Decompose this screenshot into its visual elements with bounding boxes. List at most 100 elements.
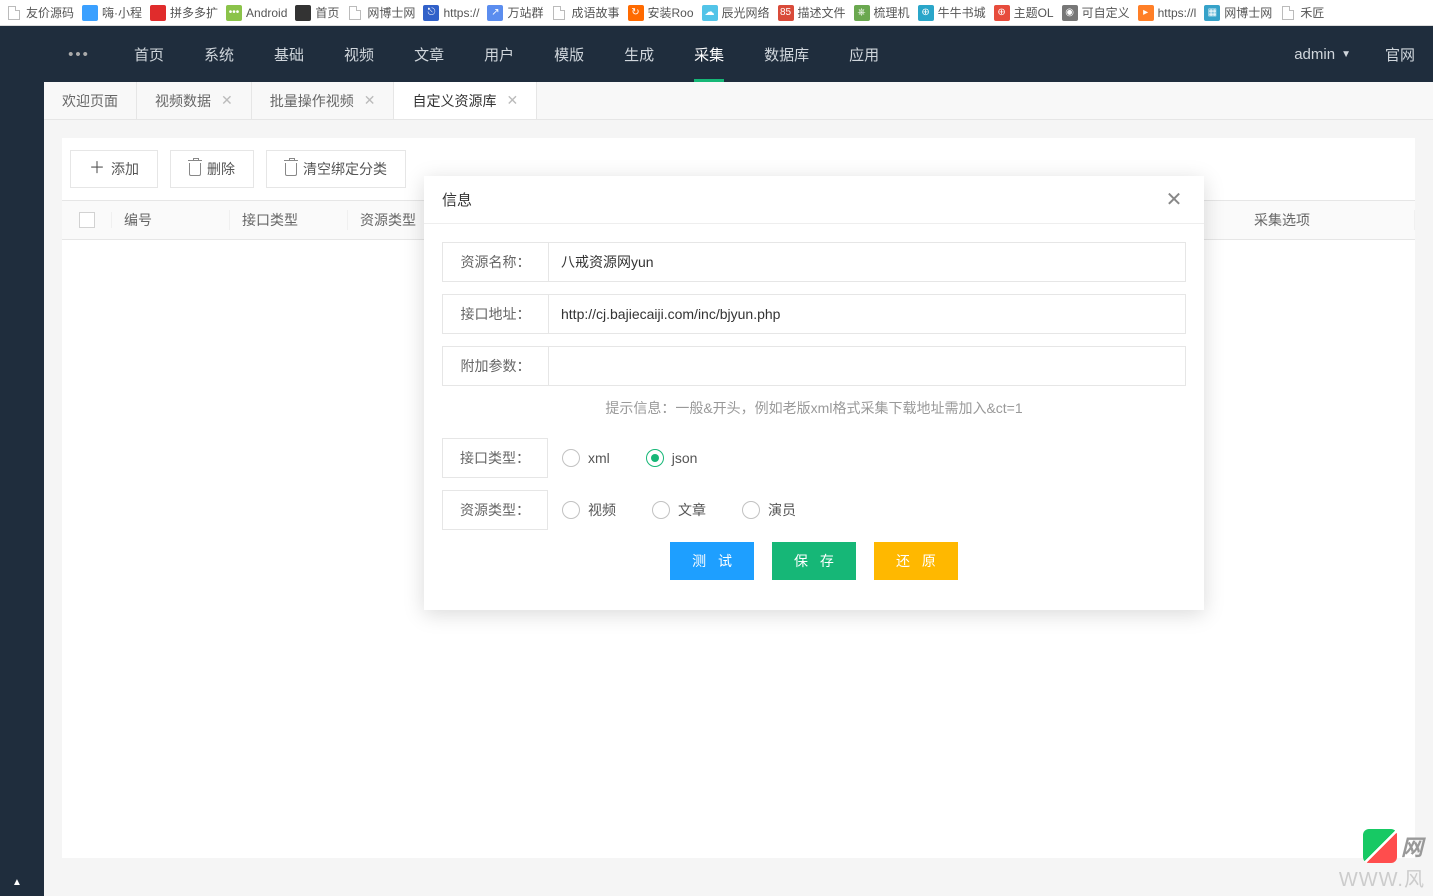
nav-用户[interactable]: 用户 — [464, 26, 534, 82]
close-icon[interactable]: ✕ — [506, 92, 518, 109]
api-url-label: 接口地址： — [442, 294, 548, 334]
bookmark-item[interactable]: ▸https://l — [1138, 5, 1197, 21]
favicon-icon: ⎈ — [854, 5, 870, 21]
modal-title: 信息 — [442, 189, 472, 210]
tab-视频数据[interactable]: 视频数据 ✕ — [137, 82, 252, 119]
bookmark-label: 辰光网络 — [722, 4, 770, 21]
info-modal: 信息 ✕ 资源名称： 接口地址： 附加参数： 提示信息：一般&开头，例如老版xm… — [424, 176, 1204, 610]
reset-button[interactable]: 还 原 — [874, 542, 958, 580]
radio-icon — [652, 501, 670, 519]
bookmark-item[interactable]: 友价源码 — [6, 4, 74, 21]
tab-批量操作视频[interactable]: 批量操作视频✕ — [252, 82, 395, 119]
bookmark-label: Android — [246, 6, 287, 20]
close-icon[interactable]: ✕ — [364, 92, 376, 109]
nav-系统[interactable]: 系统 — [184, 26, 254, 82]
left-sidebar-collapsed: ▲ — [0, 26, 44, 896]
radio-icon — [742, 501, 760, 519]
close-icon[interactable]: ✕ — [1162, 187, 1186, 212]
favicon-icon: ••• — [226, 5, 242, 21]
bookmark-label: 可自定义 — [1082, 4, 1130, 21]
tab-label: 自定义资源库 — [412, 91, 496, 111]
nav-生成[interactable]: 生成 — [604, 26, 674, 82]
radio-label: 文章 — [678, 500, 706, 520]
tab-自定义资源库[interactable]: 自定义资源库 ✕ — [394, 82, 537, 119]
bookmark-item[interactable]: 禾匠 — [1280, 4, 1324, 21]
bookmark-item[interactable]: ↗万站群 — [487, 4, 543, 21]
nav-采集[interactable]: 采集 — [674, 26, 744, 82]
bookmark-item[interactable]: ◉可自定义 — [1062, 4, 1130, 21]
bookmark-label: https:// — [443, 6, 479, 20]
bookmark-label: https://l — [1158, 6, 1197, 20]
favicon-icon: ⎋ — [423, 5, 439, 21]
test-button[interactable]: 测 试 — [670, 542, 754, 580]
radio-icon — [562, 449, 580, 467]
official-site-link[interactable]: 官网 — [1367, 44, 1433, 65]
bookmark-item[interactable]: ☁辰光网络 — [702, 4, 770, 21]
nav-基础[interactable]: 基础 — [254, 26, 324, 82]
tab-欢迎页面[interactable]: 欢迎页面 — [44, 82, 137, 119]
bookmark-item[interactable]: 85描述文件 — [778, 4, 846, 21]
bookmark-item[interactable]: 成语故事 — [551, 4, 619, 21]
tab-label: 欢迎页面 — [62, 91, 118, 111]
bookmark-item[interactable]: 拼多多扩 — [150, 4, 218, 21]
favicon-icon — [82, 5, 98, 21]
resource-name-label: 资源名称： — [442, 242, 548, 282]
clear-bindings-button[interactable]: 清空绑定分类 — [266, 150, 406, 188]
bookmark-item[interactable]: ↻安装Roo — [628, 4, 694, 21]
favicon-icon — [6, 5, 22, 21]
bookmark-item[interactable]: 嗨·小程 — [82, 4, 142, 21]
resource-name-input[interactable] — [548, 242, 1186, 282]
bookmark-item[interactable]: ⊕主题OL — [994, 4, 1054, 21]
top-navigation: ••• 首页系统基础视频文章用户模版生成采集数据库应用 admin ▼ 官网 — [44, 26, 1433, 82]
bookmark-label: 网博士网 — [1224, 4, 1272, 21]
favicon-icon: ▦ — [1204, 5, 1220, 21]
favicon-icon: ↻ — [628, 5, 644, 21]
save-button[interactable]: 保 存 — [772, 542, 856, 580]
bookmark-item[interactable]: 网博士网 — [347, 4, 415, 21]
bookmark-label: 禾匠 — [1300, 4, 1324, 21]
bookmark-item[interactable]: ⎈梳理机 — [854, 4, 910, 21]
favicon-icon — [347, 5, 363, 21]
bookmark-item[interactable]: ▦网博士网 — [1204, 4, 1272, 21]
nav-首页[interactable]: 首页 — [114, 26, 184, 82]
resource-type-option-文章[interactable]: 文章 — [652, 500, 706, 520]
nav-视频[interactable]: 视频 — [324, 26, 394, 82]
hint-text: 提示信息：一般&开头，例如老版xml格式采集下载地址需加入&ct=1 — [442, 398, 1186, 418]
bookmark-item[interactable]: ••• Android — [226, 5, 287, 21]
nav-文章[interactable]: 文章 — [394, 26, 464, 82]
bookmark-label: 网博士网 — [367, 4, 415, 21]
extra-param-input[interactable] — [548, 346, 1186, 386]
iface-type-option-json[interactable]: json — [646, 449, 698, 467]
user-menu[interactable]: admin ▼ — [1278, 46, 1367, 63]
tab-label: 视频数据 — [155, 91, 211, 111]
nav-数据库[interactable]: 数据库 — [744, 26, 829, 82]
nav-模版[interactable]: 模版 — [534, 26, 604, 82]
favicon-icon — [1280, 5, 1296, 21]
iface-type-option-xml[interactable]: xml — [562, 449, 610, 467]
bookmark-label: 拼多多扩 — [170, 4, 218, 21]
expand-arrow-icon[interactable]: ▲ — [12, 877, 22, 888]
favicon-icon: ↗ — [487, 5, 503, 21]
bookmark-item[interactable]: ⎋ https:// — [423, 5, 479, 21]
radio-icon — [646, 449, 664, 467]
bookmark-label: 牛牛书城 — [938, 4, 986, 21]
menu-dots-icon[interactable]: ••• — [44, 46, 114, 63]
select-all-checkbox[interactable] — [79, 212, 95, 228]
delete-button[interactable]: 删除 — [170, 150, 254, 188]
clear-label: 清空绑定分类 — [303, 159, 387, 179]
bookmark-label: 描述文件 — [798, 4, 846, 21]
bookmark-item[interactable]: 首页 — [295, 4, 339, 21]
resource-type-option-演员[interactable]: 演员 — [742, 500, 796, 520]
bookmark-item[interactable]: ⊕牛牛书城 — [918, 4, 986, 21]
close-icon[interactable]: ✕ — [221, 92, 233, 109]
delete-label: 删除 — [207, 159, 235, 179]
nav-应用[interactable]: 应用 — [829, 26, 899, 82]
api-url-input[interactable] — [548, 294, 1186, 334]
th-iface: 接口类型 — [230, 210, 348, 230]
favicon-icon — [150, 5, 166, 21]
favicon-icon: 85 — [778, 5, 794, 21]
plus-icon: ＋ — [89, 161, 105, 177]
add-button[interactable]: ＋ 添加 — [70, 150, 158, 188]
resource-type-option-视频[interactable]: 视频 — [562, 500, 616, 520]
bookmark-label: 首页 — [315, 4, 339, 21]
